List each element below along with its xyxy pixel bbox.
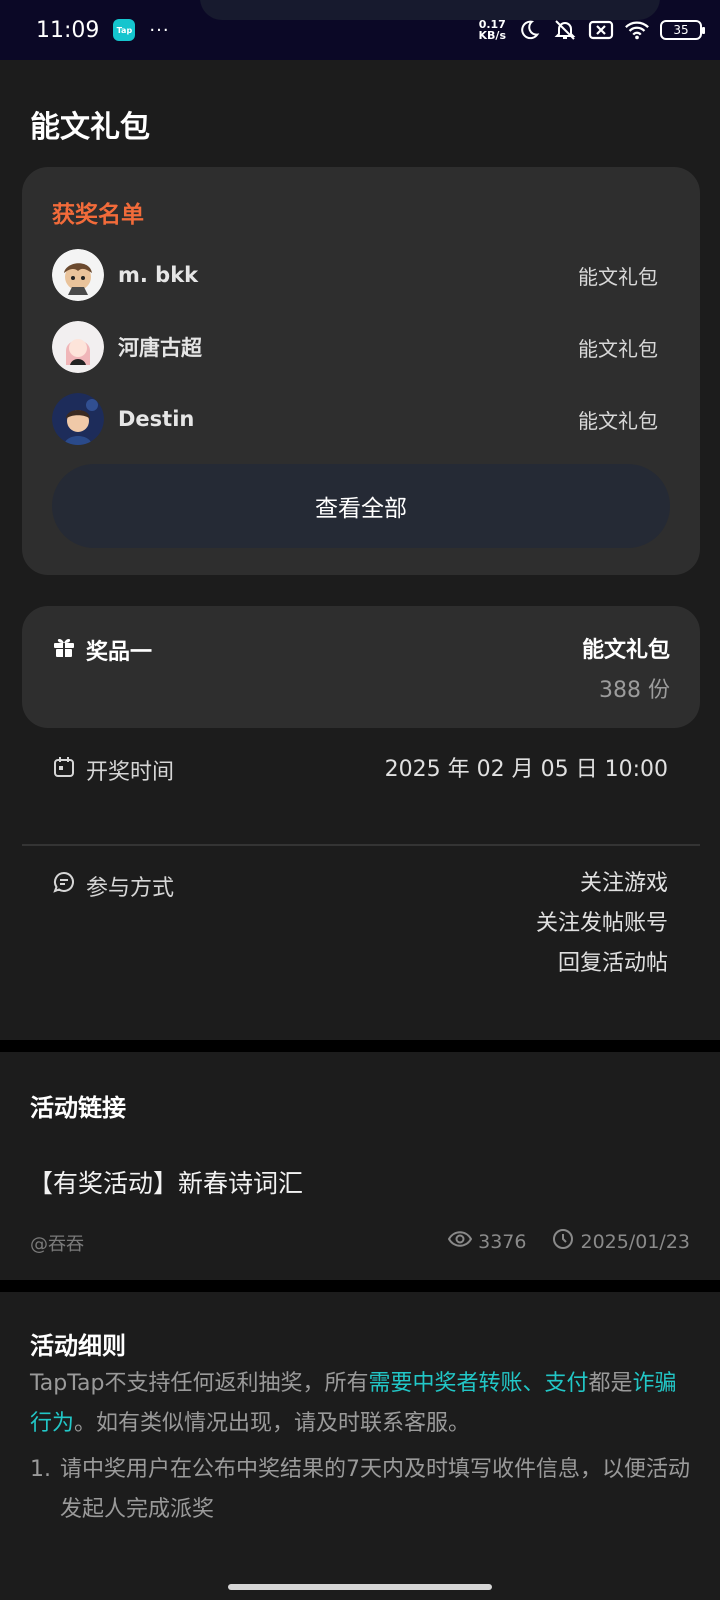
view-all-button[interactable]: 查看全部 [52,464,670,548]
screen: 11:09 Tap ··· 0.17 KB/s 35 能文礼包 获奖名单 m. … [0,0,720,1600]
clock-icon [552,1228,574,1255]
participation-methods: 关注游戏 关注发帖账号 回复活动帖 [536,864,668,984]
draw-time-value: 2025 年 02 月 05 日 10:00 [384,757,668,782]
winner-row[interactable]: Destin 能文礼包 [52,393,658,445]
participation-method: 关注游戏 [579,871,668,896]
participation-row: 参与方式 关注游戏 关注发帖账号 回复活动帖 [52,864,668,984]
rules-item-text: 请中奖用户在公布中奖结果的7天内及时填写收件信息，以便活动发起人完成派奖 [60,1457,690,1522]
draw-time-label-text: 开奖时间 [86,760,175,785]
date-meta: 2025/01/23 [552,1228,690,1255]
participation-method: 回复活动帖 [557,951,668,976]
activity-link-title: 活动链接 [30,1094,126,1122]
prize-label: 奖品一 [52,634,152,666]
winner-row[interactable]: m. bkk 能文礼包 [52,249,658,301]
moon-icon [516,17,542,43]
views-count: 3376 [478,1230,527,1253]
gift-icon [52,635,76,665]
rules-highlight: 需要中奖者转账、支付 [368,1371,589,1396]
network-speed-unit: KB/s [478,29,506,42]
eye-icon [447,1230,473,1253]
winner-prize: 能文礼包 [578,336,658,361]
avatar[interactable] [52,321,104,373]
rules-title: 活动细则 [30,1332,126,1360]
post-title-link[interactable]: 【有奖活动】新春诗词汇 [28,1164,303,1200]
avatar[interactable] [52,393,104,445]
views-meta: 3376 [447,1230,527,1253]
battery-icon: 35 [660,20,705,40]
status-bar: 11:09 Tap ··· 0.17 KB/s 35 [0,0,720,60]
draw-time-label: 开奖时间 [52,754,174,786]
participation-label: 参与方式 [52,864,174,984]
post-meta: 3376 2025/01/23 [447,1228,690,1255]
post-author[interactable]: @吞吞 [30,1230,84,1256]
winner-name: 河唐古超 [118,336,202,360]
status-time: 11:09 [36,17,100,43]
winners-card: 获奖名单 m. bkk 能文礼包 河唐古超 能文礼包 Destin 能文礼包 查… [22,167,700,575]
prize-card: 奖品一 能文礼包 388 份 [22,606,700,728]
rules-intro: TapTap不支持任何返利抽奖，所有需要中奖者转账、支付都是诈骗行为。如有类似情… [30,1364,690,1444]
divider [22,844,700,846]
draw-time-row: 开奖时间 2025 年 02 月 05 日 10:00 [52,754,668,786]
taptap-app-icon: Tap [113,19,136,41]
rules-intro-text: 。如有类似情况出现，请及时联系客服。 [74,1411,471,1436]
post-date: 2025/01/23 [580,1230,690,1253]
avatar[interactable] [52,249,104,301]
wifi-icon [624,17,650,43]
winner-name: Destin [118,407,195,431]
winner-row[interactable]: 河唐古超 能文礼包 [52,321,658,373]
rules-item: 1. 请中奖用户在公布中奖结果的7天内及时填写收件信息，以便活动发起人完成派奖 [30,1450,690,1530]
prize-name: 能文礼包 [581,638,670,663]
network-speed: 0.17 KB/s [479,19,506,41]
rules-section: 活动细则 TapTap不支持任何返利抽奖，所有需要中奖者转账、支付都是诈骗行为。… [0,1292,720,1600]
rules-intro-text: TapTap不支持任何返利抽奖，所有 [30,1371,369,1396]
winner-prize: 能文礼包 [578,408,658,433]
rules-item-number: 1. [30,1457,51,1482]
winner-prize: 能文礼包 [578,264,658,289]
home-indicator[interactable] [228,1584,492,1590]
rules-intro-text: 都是 [588,1371,633,1396]
winner-name: m. bkk [118,263,199,287]
calendar-icon [52,755,76,785]
prize-count: 388 份 [599,678,670,703]
battery-level: 35 [673,23,689,37]
activity-link-section: 活动链接 【有奖活动】新春诗词汇 @吞吞 3376 2025/01/23 [0,1052,720,1280]
lottery-section: 能文礼包 获奖名单 m. bkk 能文礼包 河唐古超 能文礼包 Destin 能… [0,60,720,1040]
prize-label-text: 奖品一 [86,640,153,665]
bell-muted-icon [552,17,578,43]
chat-bubble-icon [52,870,76,900]
participation-label-text: 参与方式 [86,876,175,901]
sim-disabled-icon [588,17,614,43]
more-notifications-icon: ··· [149,19,170,41]
winners-title: 获奖名单 [52,202,144,228]
participation-method: 关注发帖账号 [535,911,668,936]
status-right: 0.17 KB/s 35 [479,17,705,43]
page-title: 能文礼包 [30,110,150,145]
